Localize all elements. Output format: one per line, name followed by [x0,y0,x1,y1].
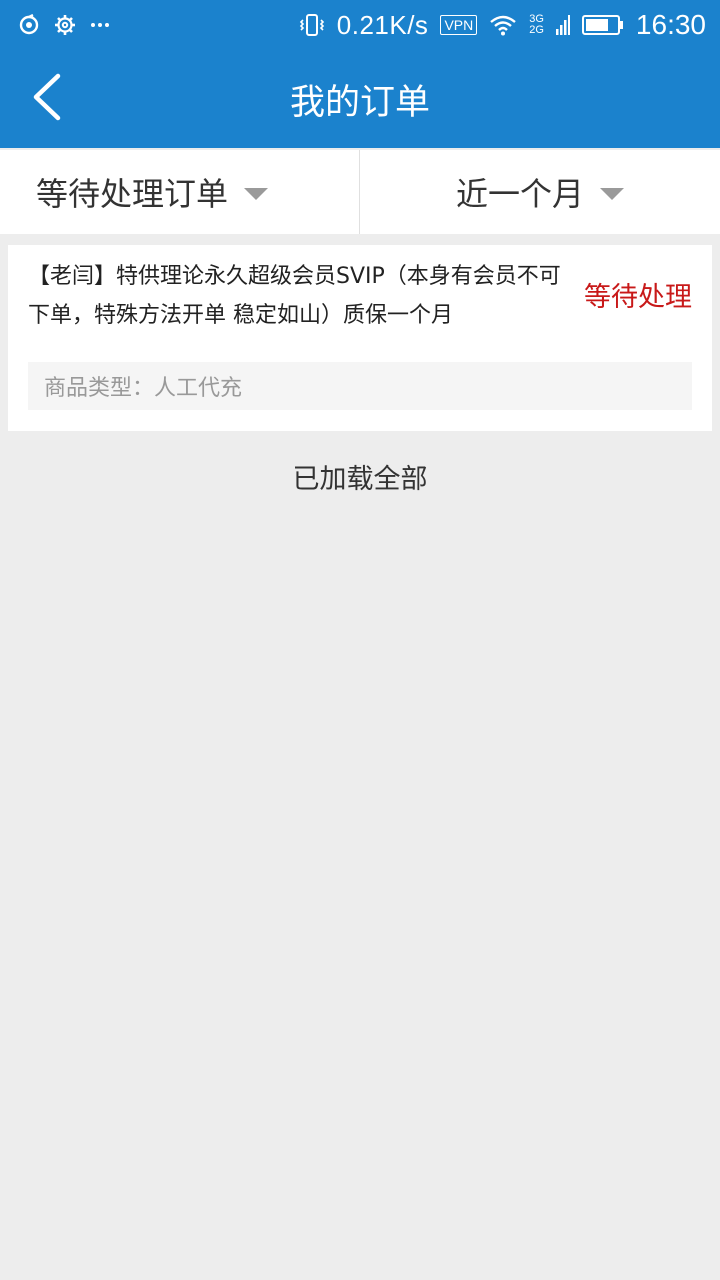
dropdown-arrow-icon [600,188,624,200]
dropdown-arrow-icon [244,188,269,200]
filter-bar: 等待处理订单 近一个月 [0,150,720,234]
signal-icon [555,14,570,36]
network-2g: 2G [529,24,544,36]
sync-icon [18,14,40,36]
status-filter-dropdown[interactable]: 等待处理订单 [0,150,360,234]
order-card[interactable]: 【老闫】特供理论永久超级会员SVIP（本身有会员不可下单，特殊方法开单 稳定如山… [8,245,712,431]
chevron-left-icon [30,73,64,125]
status-filter-label: 等待处理订单 [36,175,229,213]
status-left-icons [0,14,299,36]
vpn-badge: VPN [440,15,478,35]
order-status: 等待处理 [584,282,692,313]
period-filter-label: 近一个月 [455,175,584,213]
period-filter-dropdown[interactable]: 近一个月 [360,150,720,234]
status-right-icons: 0.21K/s VPN 3G 2G 16:30 [299,9,720,41]
vibrate-icon [299,12,325,38]
order-type-label: 商品类型：人工代充 [28,362,692,410]
clock: 16:30 [635,9,706,40]
status-bar: 0.21K/s VPN 3G 2G 16:30 [0,0,720,50]
wifi-icon [489,14,517,36]
page-title: 我的订单 [289,82,430,123]
network-type: 3G 2G [529,14,544,36]
order-title: 【老闫】特供理论永久超级会员SVIP（本身有会员不可下单，特殊方法开单 稳定如山… [28,264,561,328]
net-speed: 0.21K/s [336,9,429,40]
more-icon [90,22,110,28]
app-bar: 我的订单 [0,50,720,148]
gear-icon [54,14,76,36]
back-button[interactable] [22,73,72,125]
battery-icon [581,14,624,36]
loaded-all-text: 已加载全部 [292,464,428,495]
